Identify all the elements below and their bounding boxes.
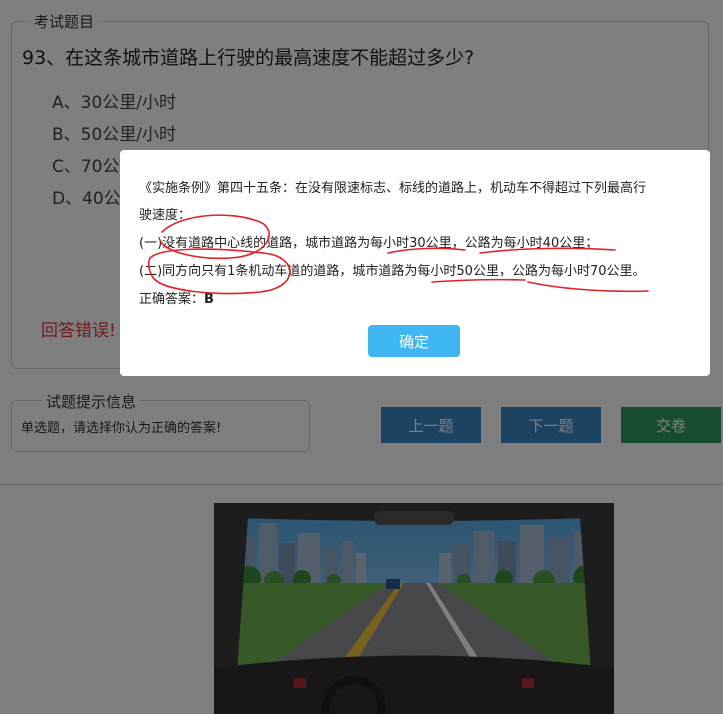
underline-mark-3 [431,278,526,283]
explanation-line-3: (一)没有道路中心线的道路，城市道路为每小时30公里，公路为每小时40公里； [139,236,599,251]
confirm-button[interactable]: 确定 [368,325,460,357]
explanation-line-4: (二)同方向只有1条机动车道的道路，城市道路为每小时50公里，公路为每小时70公… [139,264,646,279]
correct-answer: 正确答案：B [139,288,214,307]
explanation-line-2: 驶速度： [139,208,192,223]
correct-answer-value: B [204,292,214,307]
correct-answer-label: 正确答案： [139,292,205,307]
explanation-dialog: 《实施条例》第四十五条：在没有限速标志、标线的道路上，机动车不得超过下列最高行 … [120,150,710,376]
explanation-line-1: 《实施条例》第四十五条：在没有限速标志、标线的道路上，机动车不得超过下列最高行 [139,181,647,196]
underline-mark-4 [527,281,649,293]
exam-page: 考试题目 93、在这条城市道路上行驶的最高速度不能超过多少? A、30公里/小时… [0,0,723,714]
